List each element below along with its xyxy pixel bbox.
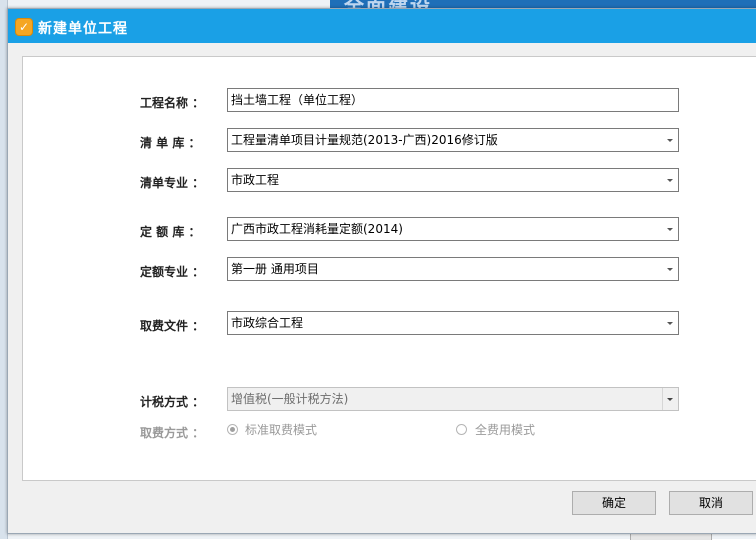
quota-library-label: 定 额 库 ： bbox=[140, 225, 201, 239]
dialog-titlebar[interactable]: ✓ 新建单位工程 bbox=[8, 9, 756, 43]
fee-file-value: 市政综合工程 bbox=[231, 316, 304, 330]
quota-library-value: 广西市政工程消耗量定额(2014) bbox=[231, 222, 403, 236]
chevron-down-icon[interactable] bbox=[663, 258, 678, 280]
project-name-input[interactable]: 挡土墙工程（单位工程） bbox=[227, 88, 679, 112]
radio-unchecked-icon[interactable] bbox=[456, 424, 467, 435]
tax-method-value: 增值税(一般计税方法) bbox=[231, 392, 349, 406]
quota-specialty-select[interactable]: 第一册 通用项目 bbox=[227, 257, 679, 281]
chevron-down-icon[interactable] bbox=[663, 218, 678, 240]
bill-library-value: 工程量清单项目计量规范(2013-广西)2016修订版 bbox=[231, 133, 498, 147]
fee-mode-standard-label: 标准取费模式 bbox=[245, 423, 318, 437]
bill-library-label: 清 单 库 ： bbox=[140, 136, 201, 150]
fee-file-label: 取费文件 ： bbox=[140, 319, 205, 333]
radio-checked-icon[interactable] bbox=[227, 424, 238, 435]
tax-method-select[interactable]: 增值税(一般计税方法) bbox=[227, 387, 679, 411]
project-name-label: 工程名称 ： bbox=[140, 96, 205, 110]
ok-button[interactable]: 确定 bbox=[572, 491, 656, 515]
bill-specialty-value: 市政工程 bbox=[231, 173, 280, 187]
bill-specialty-label: 清单专业 ： bbox=[140, 176, 205, 190]
chevron-down-icon[interactable] bbox=[663, 129, 678, 151]
chevron-down-icon[interactable] bbox=[663, 169, 678, 191]
bill-specialty-select[interactable]: 市政工程 bbox=[227, 168, 679, 192]
quota-specialty-value: 第一册 通用项目 bbox=[231, 262, 319, 276]
fee-mode-full-label: 全费用模式 bbox=[475, 423, 536, 437]
bill-library-select[interactable]: 工程量清单项目计量规范(2013-广西)2016修订版 bbox=[227, 128, 679, 152]
fee-file-select[interactable]: 市政综合工程 bbox=[227, 311, 679, 335]
fee-mode-label: 取费方式 ： bbox=[140, 426, 205, 440]
quota-library-select[interactable]: 广西市政工程消耗量定额(2014) bbox=[227, 217, 679, 241]
chevron-down-icon[interactable] bbox=[662, 388, 678, 410]
app-logo-icon: ✓ bbox=[15, 18, 33, 36]
tax-method-label: 计税方式 ： bbox=[140, 395, 205, 409]
quota-specialty-label: 定额专业 ： bbox=[140, 265, 205, 279]
new-unit-project-dialog: ✓ 新建单位工程 工程名称 ： 挡土墙工程（单位工程） 清 单 库 ： 工程量清… bbox=[7, 8, 756, 534]
cancel-button[interactable]: 取消 bbox=[669, 491, 753, 515]
dialog-title: 新建单位工程 bbox=[38, 21, 128, 37]
chevron-down-icon[interactable] bbox=[663, 312, 678, 334]
project-name-value: 挡土墙工程（单位工程） bbox=[231, 93, 364, 107]
